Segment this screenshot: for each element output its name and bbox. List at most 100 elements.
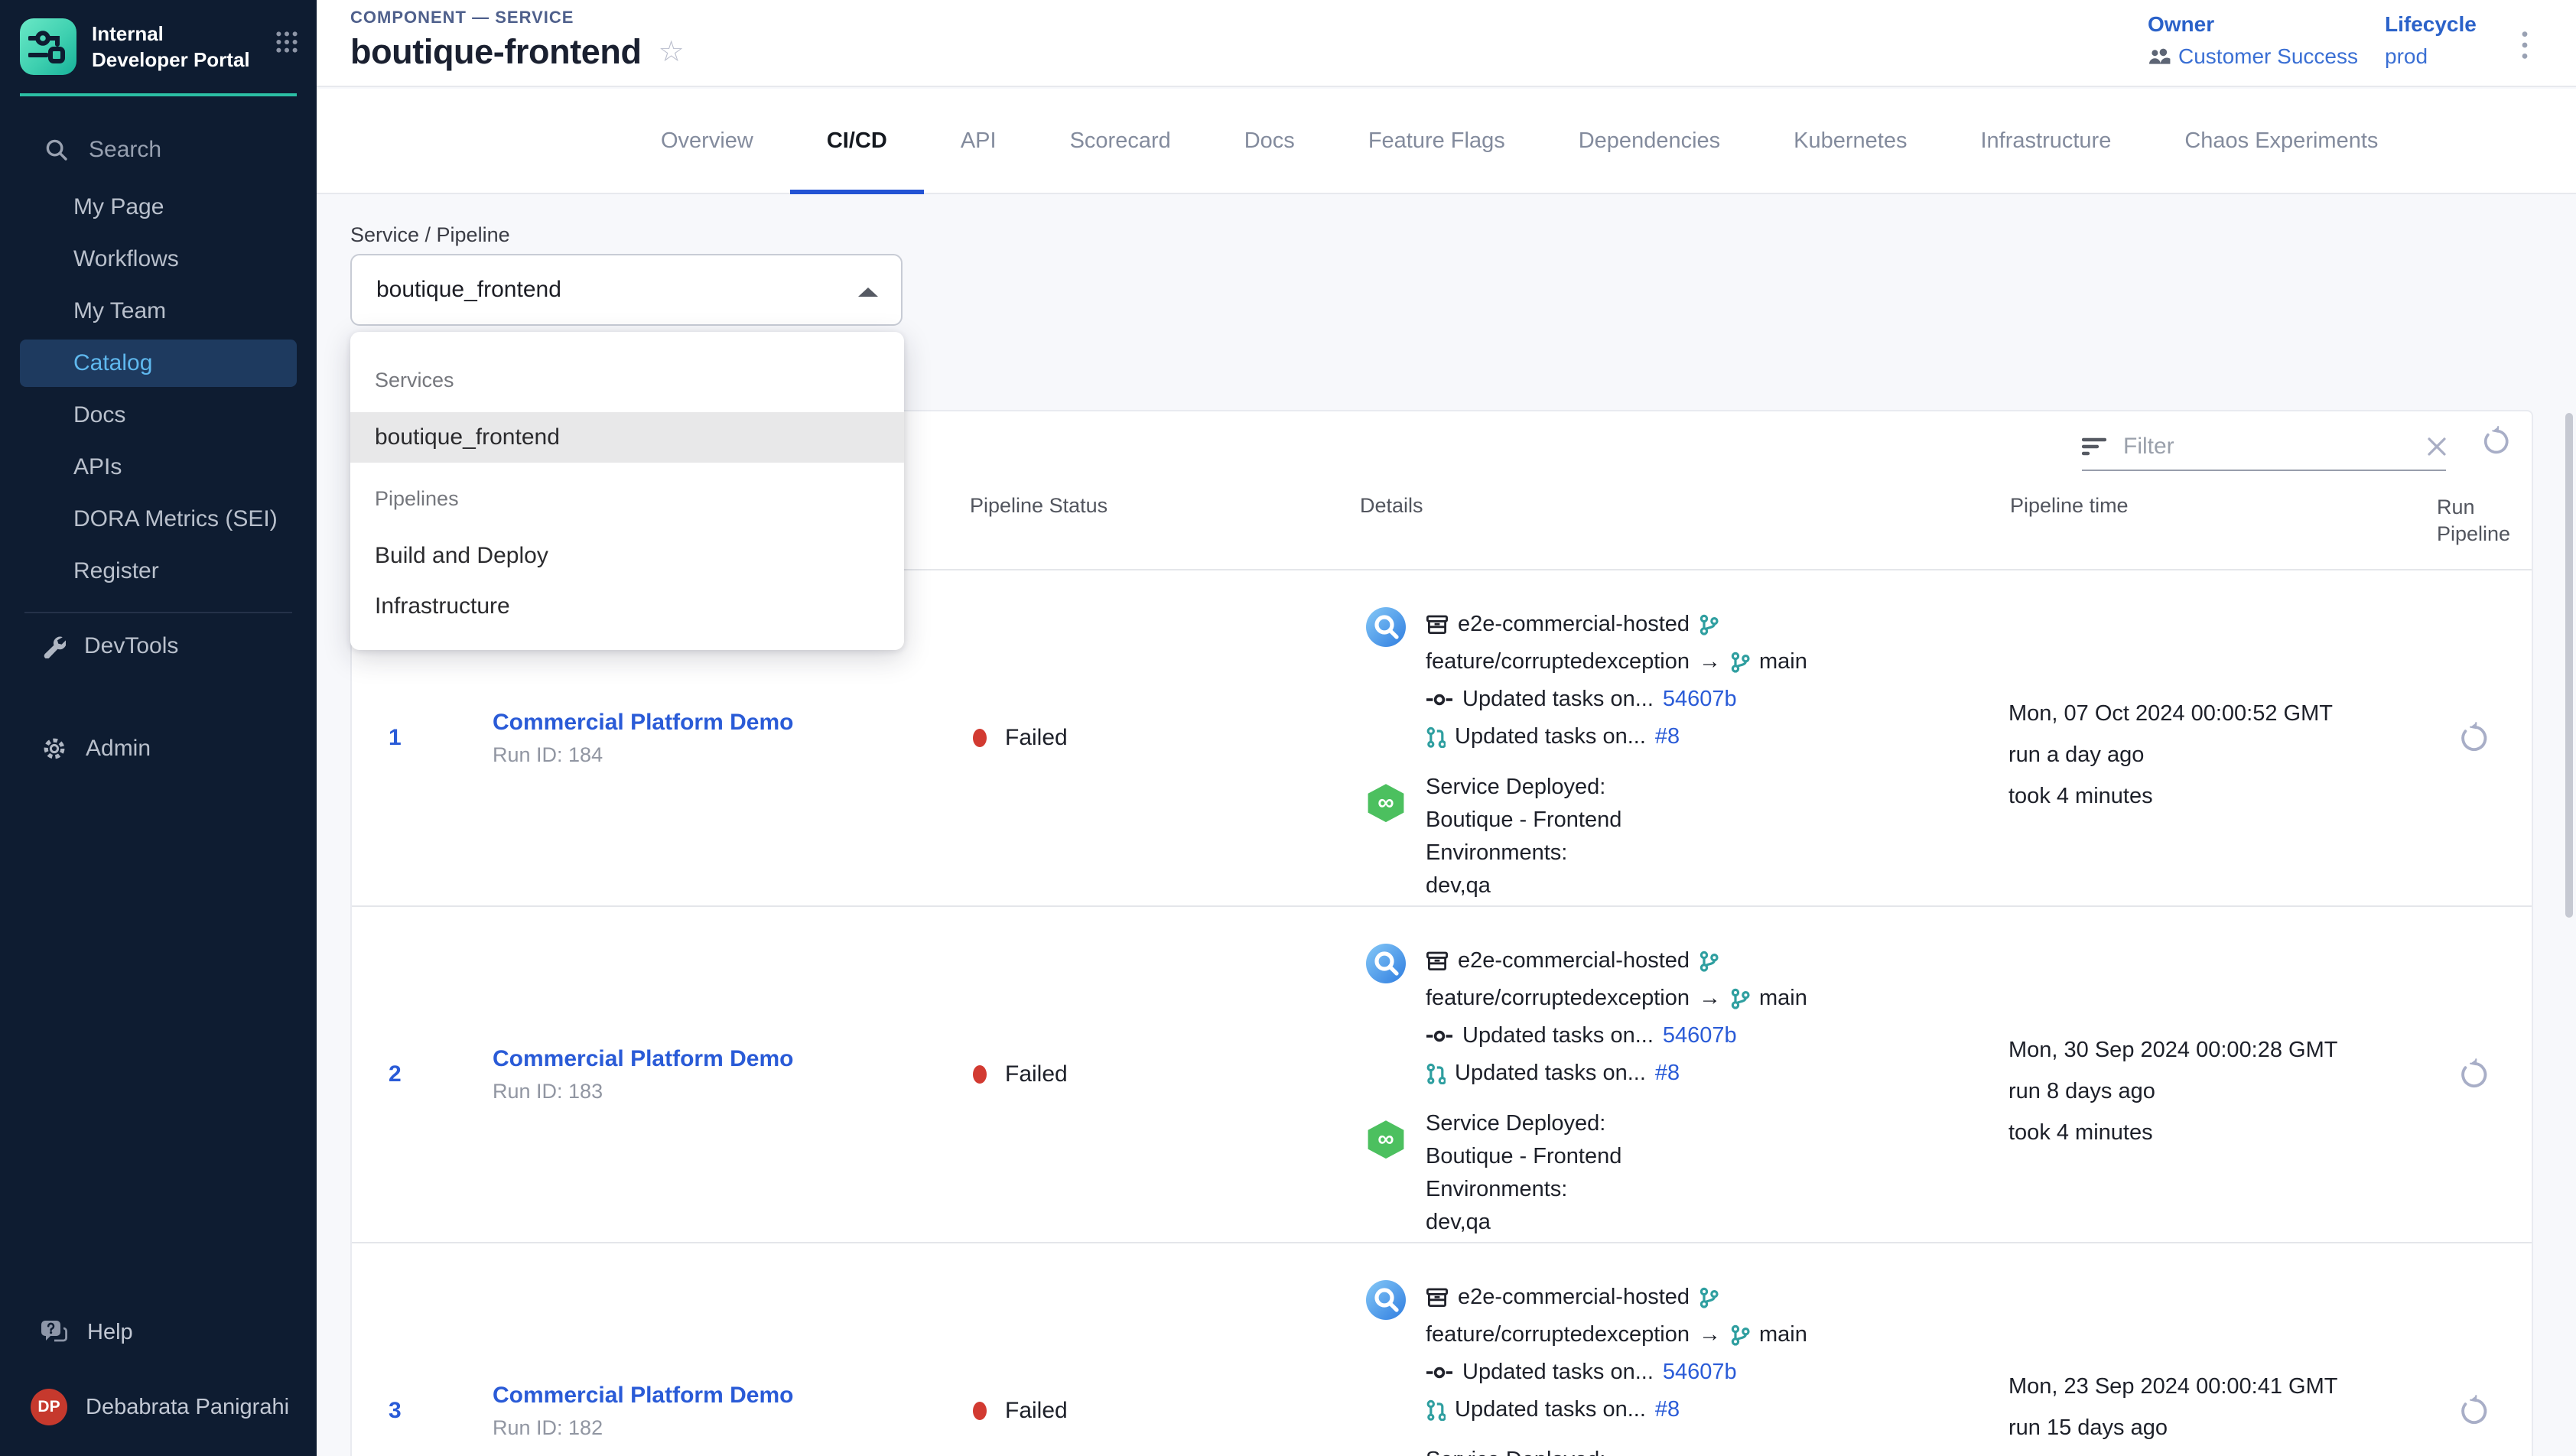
run-date: Mon, 07 Oct 2024 00:00:52 GMT: [2008, 693, 2432, 734]
target-branch[interactable]: main: [1759, 986, 1807, 1011]
source-branch[interactable]: feature/corruptedexception: [1426, 986, 1690, 1011]
build-details: e2e-commercial-hosted feature/corruptede: [1364, 942, 1996, 1092]
target-branch[interactable]: main: [1759, 1322, 1807, 1347]
source-branch[interactable]: feature/corruptedexception: [1426, 649, 1690, 674]
run-ago: run 15 days ago: [2008, 1407, 2432, 1448]
branch-icon: [1699, 951, 1719, 972]
sidebar-item-devtools[interactable]: DevTools: [0, 622, 317, 670]
failed-status-dot: [973, 1402, 987, 1420]
sidebar: Internal Developer Portal Search My Page…: [0, 0, 317, 1456]
commit-message: Updated tasks on...: [1462, 687, 1654, 712]
sidebar-item-my-page[interactable]: My Page: [20, 184, 297, 231]
deploy-details: ∞ Service Deployed: Boutique - Frontend …: [1364, 1444, 1996, 1456]
pr-link[interactable]: #8: [1655, 1061, 1680, 1086]
sidebar-item-apis[interactable]: APIs: [20, 444, 297, 491]
tab-chaos-experiments[interactable]: Chaos Experiments: [2148, 89, 2415, 193]
commit-icon: [1426, 1365, 1453, 1380]
tab-scorecard[interactable]: Scorecard: [1033, 89, 1208, 193]
sidebar-item-catalog[interactable]: Catalog: [20, 340, 297, 387]
tab-kubernetes[interactable]: Kubernetes: [1757, 89, 1943, 193]
sidebar-item-help[interactable]: Help: [0, 1309, 317, 1355]
user-avatar: DP: [31, 1389, 67, 1425]
target-branch[interactable]: main: [1759, 649, 1807, 674]
help-chat-icon: [40, 1319, 67, 1345]
tab-dependencies[interactable]: Dependencies: [1542, 89, 1757, 193]
table-row: 3 Commercial Platform Demo Run ID: 182 F…: [352, 1243, 2532, 1456]
pipeline-name-link[interactable]: Commercial Platform Demo: [493, 1383, 956, 1409]
pipeline-name-link[interactable]: Commercial Platform Demo: [493, 1046, 956, 1072]
source-branch[interactable]: feature/corruptedexception: [1426, 1322, 1690, 1347]
sidebar-item-admin[interactable]: Admin: [0, 725, 317, 772]
filter-field[interactable]: [2082, 424, 2446, 471]
user-menu[interactable]: DP Debabrata Panigrahi: [0, 1383, 317, 1432]
sidebar-item-workflows[interactable]: Workflows: [20, 236, 297, 283]
lifecycle-label: Lifecycle: [2385, 12, 2477, 37]
ci-build-icon: [1364, 606, 1407, 756]
run-pipeline-icon[interactable]: [2457, 1394, 2490, 1428]
sidebar-item-docs[interactable]: Docs: [20, 392, 297, 439]
lifecycle-value: prod: [2385, 44, 2477, 69]
tab-cicd[interactable]: CI/CD: [790, 89, 924, 193]
commit-message: Updated tasks on...: [1462, 1360, 1654, 1385]
tab-api[interactable]: API: [924, 89, 1033, 193]
pr-link[interactable]: #8: [1655, 724, 1680, 749]
dropdown-option-infrastructure[interactable]: Infrastructure: [350, 581, 904, 632]
tab-infrastructure[interactable]: Infrastructure: [1943, 89, 2148, 193]
status-cell: Failed: [956, 1398, 1346, 1424]
pipeline-select-dropdown: Services boutique_frontend Pipelines Bui…: [350, 332, 904, 650]
sidebar-search[interactable]: Search: [0, 127, 317, 173]
sidebar-item-dora-metrics[interactable]: DORA Metrics (SEI): [20, 496, 297, 543]
deploy-details: ∞ Service Deployed: Boutique - Frontend …: [1364, 771, 1996, 902]
pipeline-select[interactable]: boutique_frontend: [350, 254, 903, 326]
sidebar-item-register[interactable]: Register: [20, 548, 297, 595]
filter-input[interactable]: [2120, 432, 2414, 461]
devtools-label: DevTools: [84, 633, 178, 659]
repo-icon: [1426, 951, 1449, 972]
service-deployed-value: Boutique - Frontend: [1426, 804, 1621, 837]
cd-deploy-icon: ∞: [1364, 771, 1407, 902]
clear-filter-icon[interactable]: [2428, 437, 2446, 456]
app-grid-icon[interactable]: [275, 31, 298, 54]
dropdown-option-build-and-deploy[interactable]: Build and Deploy: [350, 531, 904, 581]
kebab-menu-icon[interactable]: [2515, 24, 2535, 66]
cd-deploy-icon: ∞: [1364, 1107, 1407, 1239]
dropdown-option-boutique-frontend[interactable]: boutique_frontend: [350, 412, 904, 463]
harness-logo-icon: [28, 27, 68, 67]
owner-link[interactable]: Customer Success: [2148, 44, 2358, 69]
environments-label: Environments:: [1426, 837, 1621, 869]
vertical-scrollbar[interactable]: [2565, 413, 2573, 918]
run-pipeline-icon[interactable]: [2457, 1058, 2490, 1091]
service-deployed-label: Service Deployed:: [1426, 771, 1621, 804]
col-pipeline-time: Pipeline time: [1996, 494, 2432, 548]
commit-link[interactable]: 54607b: [1663, 687, 1737, 712]
run-duration: took 4 minutes: [2008, 775, 2432, 817]
tab-overview[interactable]: Overview: [624, 89, 790, 193]
tab-docs[interactable]: Docs: [1208, 89, 1332, 193]
arrow-icon: →: [1699, 986, 1721, 1011]
commit-link[interactable]: 54607b: [1663, 1023, 1737, 1048]
run-duration: took 4 minutes: [2008, 1112, 2432, 1153]
service-deployed-value: Boutique - Frontend: [1426, 1140, 1621, 1173]
run-pipeline-icon[interactable]: [2457, 721, 2490, 755]
pipeline-name-link[interactable]: Commercial Platform Demo: [493, 710, 956, 736]
sidebar-header: Internal Developer Portal: [0, 0, 317, 87]
status-label: Failed: [1005, 1061, 1068, 1087]
status-label: Failed: [1005, 725, 1068, 751]
search-icon: [44, 138, 69, 162]
tab-feature-flags[interactable]: Feature Flags: [1332, 89, 1542, 193]
repo-name[interactable]: e2e-commercial-hosted: [1458, 1285, 1690, 1310]
favorite-star-icon[interactable]: ☆: [659, 37, 685, 67]
repo-name[interactable]: e2e-commercial-hosted: [1458, 948, 1690, 973]
status-cell: Failed: [956, 1061, 1346, 1087]
pull-request-icon: [1426, 1063, 1446, 1084]
sidebar-item-my-team[interactable]: My Team: [20, 288, 297, 335]
pr-link[interactable]: #8: [1655, 1397, 1680, 1422]
main-area: COMPONENT — SERVICE boutique-frontend ☆ …: [317, 0, 2576, 1456]
branch-icon: [1699, 1287, 1719, 1308]
service-deployed-label: Service Deployed:: [1426, 1107, 1621, 1140]
details-cell: e2e-commercial-hosted feature/corruptede: [1346, 1243, 1996, 1456]
refresh-icon[interactable]: [2480, 425, 2512, 457]
commit-link[interactable]: 54607b: [1663, 1360, 1737, 1385]
repo-name[interactable]: e2e-commercial-hosted: [1458, 612, 1690, 637]
failed-status-dot: [973, 729, 987, 747]
